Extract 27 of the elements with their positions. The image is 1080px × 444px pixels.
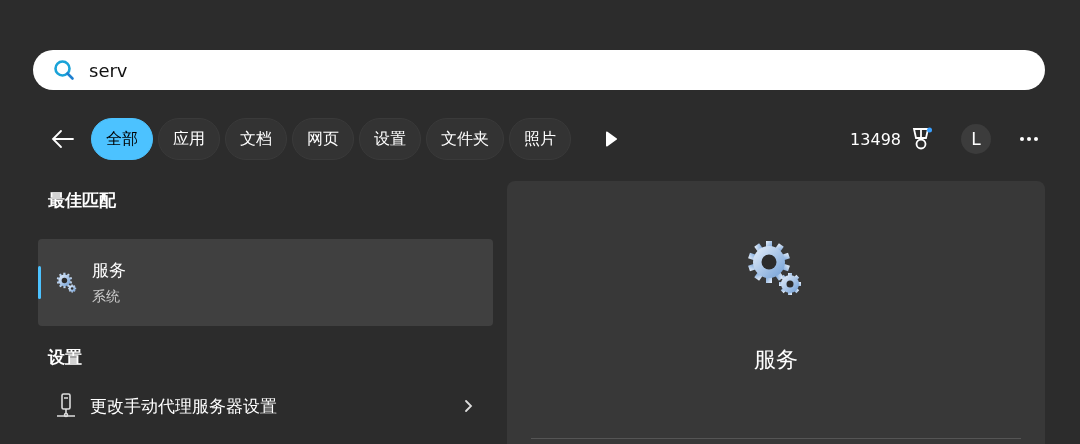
result-subtitle: 系统 — [92, 288, 121, 306]
back-arrow-icon[interactable] — [51, 129, 75, 149]
result-item[interactable]: 服务 系统 — [38, 239, 493, 326]
filter-chip[interactable]: 全部 — [91, 118, 153, 160]
result-title: 更改手动代理服务器设置 — [90, 394, 278, 418]
filter-chip[interactable]: 照片 — [509, 118, 571, 160]
result-item[interactable]: 更改手动代理服务器设置 — [38, 382, 493, 430]
points-count: 13498 — [850, 129, 901, 149]
search-icon — [53, 59, 75, 81]
play-icon[interactable] — [605, 131, 617, 147]
section-heading: 设置 — [46, 345, 83, 369]
section-heading: 最佳匹配 — [47, 188, 117, 212]
account-avatar[interactable]: L — [961, 124, 991, 154]
filter-chip[interactable]: 文档 — [225, 118, 287, 160]
computer-network-icon — [56, 393, 76, 419]
more-icon[interactable] — [1019, 136, 1039, 142]
selection-indicator — [38, 266, 41, 299]
preview-title: 服务 — [754, 346, 798, 374]
filter-chip[interactable]: 文件夹 — [426, 118, 504, 160]
filter-chip[interactable]: 设置 — [359, 118, 421, 160]
medal-icon[interactable] — [911, 127, 933, 151]
gears-icon — [56, 271, 78, 294]
filter-chip[interactable]: 应用 — [158, 118, 220, 160]
search-field[interactable]: serv — [33, 50, 1045, 90]
chevron-right-icon — [464, 399, 473, 413]
filter-chip[interactable]: 网页 — [292, 118, 354, 160]
result-title: 服务 — [92, 259, 127, 282]
